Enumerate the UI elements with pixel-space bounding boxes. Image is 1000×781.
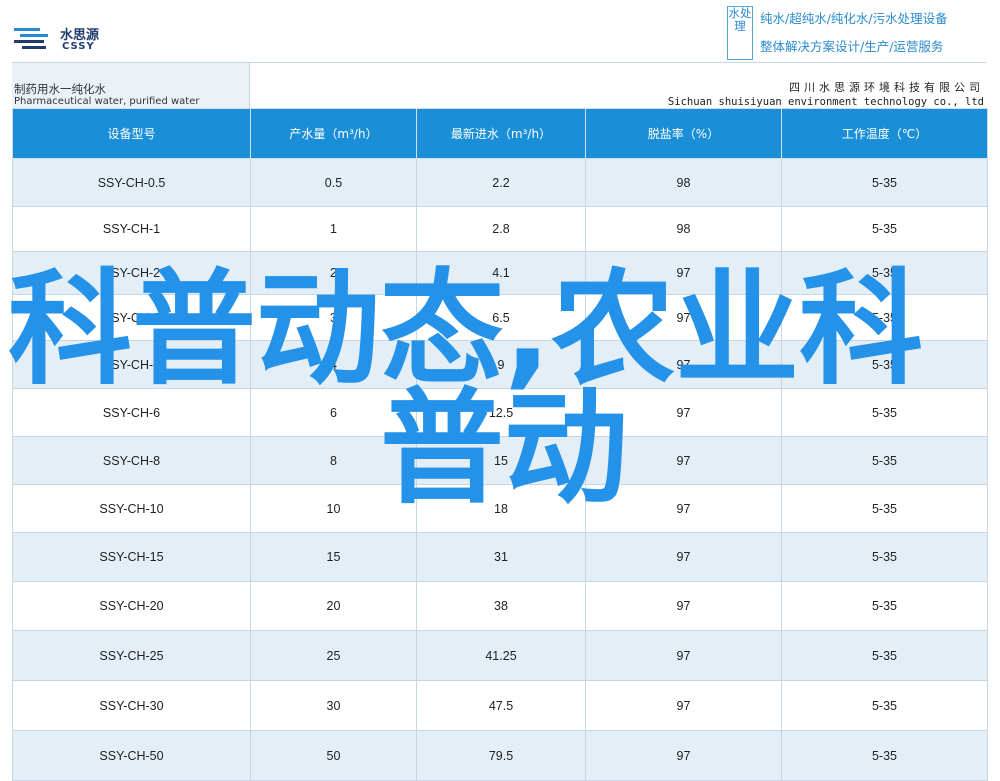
table-cell: SSY-CH-8 bbox=[12, 436, 251, 485]
table-cell: SSY-CH-0.5 bbox=[12, 158, 251, 207]
table-cell: 38 bbox=[416, 581, 586, 631]
table-cell: 6 bbox=[250, 388, 417, 437]
table-cell: SSY-CH-20 bbox=[12, 581, 251, 631]
product-title-en: Pharmaceutical water, purified water bbox=[14, 96, 200, 107]
table-cell: SSY-CH-30 bbox=[12, 680, 251, 731]
table-cell: 5-35 bbox=[781, 680, 988, 731]
table-cell: SSY-CH-4 bbox=[12, 340, 251, 389]
table-cell: 41.25 bbox=[416, 630, 586, 681]
table-cell: 5-35 bbox=[781, 340, 988, 389]
table-cell: 5-35 bbox=[781, 532, 988, 582]
table-cell: 98 bbox=[585, 206, 782, 252]
column-header-model: 设备型号 bbox=[12, 108, 251, 159]
column-header-output: 产水量（m³/h） bbox=[250, 108, 417, 159]
table-row: SSY-CH-50 50 79.5 97 5-35 bbox=[12, 730, 988, 781]
table-row: SSY-CH-10 10 18 97 5-35 bbox=[12, 484, 988, 533]
column-header-inflow: 最新进水（m³/h） bbox=[416, 108, 586, 159]
table-row: SSY-CH-4 4 9 97 5-35 bbox=[12, 340, 988, 389]
table-cell: 97 bbox=[585, 294, 782, 341]
table-cell: 97 bbox=[585, 730, 782, 781]
company-name-cn: 四川水思源环境科技有限公司 bbox=[789, 81, 984, 94]
table-row: SSY-CH-8 8 15 97 5-35 bbox=[12, 436, 988, 485]
table-cell: 79.5 bbox=[416, 730, 586, 781]
table-cell: 20 bbox=[250, 581, 417, 631]
table-cell: 97 bbox=[585, 340, 782, 389]
table-cell: 25 bbox=[250, 630, 417, 681]
product-title-cn: 制药用水一纯化水 bbox=[14, 82, 106, 96]
table-cell: SSY-CH-25 bbox=[12, 630, 251, 681]
table-cell: 12.5 bbox=[416, 388, 586, 437]
table-cell: SSY-CH-2 bbox=[12, 251, 251, 295]
table-cell: 97 bbox=[585, 630, 782, 681]
table-cell: 5-35 bbox=[781, 436, 988, 485]
table-row: SSY-CH-15 15 31 97 5-35 bbox=[12, 532, 988, 582]
table-row: SSY-CH-25 25 41.25 97 5-35 bbox=[12, 630, 988, 681]
table-cell: 97 bbox=[585, 388, 782, 437]
table-cell: 9 bbox=[416, 340, 586, 389]
table-cell: 2 bbox=[250, 251, 417, 295]
table-cell: 97 bbox=[585, 436, 782, 485]
table-cell: 4.1 bbox=[416, 251, 586, 295]
table-cell: SSY-CH-15 bbox=[12, 532, 251, 582]
table-cell: 97 bbox=[585, 581, 782, 631]
table-cell: SSY-CH-50 bbox=[12, 730, 251, 781]
table-cell: 5-35 bbox=[781, 730, 988, 781]
table-cell: SSY-CH-1 bbox=[12, 206, 251, 252]
tagline-line-1: 纯水/超纯水/纯化水/污水处理设备 bbox=[760, 11, 948, 26]
table-cell: 5-35 bbox=[781, 206, 988, 252]
table-cell: 5-35 bbox=[781, 158, 988, 207]
column-header-desalination: 脱盐率（%） bbox=[585, 108, 782, 159]
table-cell: 5-35 bbox=[781, 251, 988, 295]
table-cell: 10 bbox=[250, 484, 417, 533]
table-cell: 31 bbox=[416, 532, 586, 582]
table-cell: 1 bbox=[250, 206, 417, 252]
table-body: SSY-CH-0.5 0.5 2.2 98 5-35 SSY-CH-1 1 2.8 98 5-35… bbox=[12, 158, 988, 781]
table-cell: 3 bbox=[250, 294, 417, 341]
brand-name-en: CSSY bbox=[62, 41, 95, 52]
table-row: SSY-CH-20 20 38 97 5-35 bbox=[12, 581, 988, 631]
table-cell: 30 bbox=[250, 680, 417, 731]
brand-logo: 水思源 CSSY bbox=[14, 22, 134, 56]
table-cell: 15 bbox=[416, 436, 586, 485]
table-row: SSY-CH-3 3 6.5 97 5-35 bbox=[12, 294, 988, 341]
table-cell: 15 bbox=[250, 532, 417, 582]
table-header-row: 设备型号 产水量（m³/h） 最新进水（m³/h） 脱盐率（%） 工作温度（℃） bbox=[12, 108, 988, 159]
table-cell: 4 bbox=[250, 340, 417, 389]
table-cell: 50 bbox=[250, 730, 417, 781]
table-cell: 5-35 bbox=[781, 294, 988, 341]
table-cell: 97 bbox=[585, 680, 782, 731]
table-cell: 97 bbox=[585, 484, 782, 533]
spec-table: 设备型号 产水量（m³/h） 最新进水（m³/h） 脱盐率（%） 工作温度（℃）… bbox=[12, 108, 988, 781]
table-row: SSY-CH-0.5 0.5 2.2 98 5-35 bbox=[12, 158, 988, 207]
tagline-line-2: 整体解决方案设计/生产/运营服务 bbox=[760, 39, 944, 54]
table-row: SSY-CH-6 6 12.5 97 5-35 bbox=[12, 388, 988, 437]
table-cell: 97 bbox=[585, 532, 782, 582]
table-cell: 18 bbox=[416, 484, 586, 533]
company-name-en: Sichuan shuisiyuan environment technolog… bbox=[667, 96, 984, 108]
table-cell: 5-35 bbox=[781, 630, 988, 681]
table-cell: 5-35 bbox=[781, 581, 988, 631]
table-cell: 6.5 bbox=[416, 294, 586, 341]
tagline-box: 水处理 bbox=[727, 6, 753, 60]
table-cell: 2.2 bbox=[416, 158, 586, 207]
document-header: 制药用水一纯化水 Pharmaceutical water, purified … bbox=[12, 62, 986, 109]
table-cell: 47.5 bbox=[416, 680, 586, 731]
table-cell: 0.5 bbox=[250, 158, 417, 207]
table-cell: SSY-CH-10 bbox=[12, 484, 251, 533]
table-cell: 2.8 bbox=[416, 206, 586, 252]
table-cell: 8 bbox=[250, 436, 417, 485]
water-waves-icon bbox=[14, 28, 48, 49]
table-cell: 97 bbox=[585, 251, 782, 295]
table-cell: 5-35 bbox=[781, 484, 988, 533]
table-cell: SSY-CH-3 bbox=[12, 294, 251, 341]
table-cell: SSY-CH-6 bbox=[12, 388, 251, 437]
product-title-cell: 制药用水一纯化水 Pharmaceutical water, purified … bbox=[12, 63, 250, 108]
table-row: SSY-CH-30 30 47.5 97 5-35 bbox=[12, 680, 988, 731]
table-cell: 5-35 bbox=[781, 388, 988, 437]
column-header-temperature: 工作温度（℃） bbox=[781, 108, 988, 159]
table-row: SSY-CH-2 2 4.1 97 5-35 bbox=[12, 251, 988, 295]
table-cell: 98 bbox=[585, 158, 782, 207]
table-row: SSY-CH-1 1 2.8 98 5-35 bbox=[12, 206, 988, 252]
